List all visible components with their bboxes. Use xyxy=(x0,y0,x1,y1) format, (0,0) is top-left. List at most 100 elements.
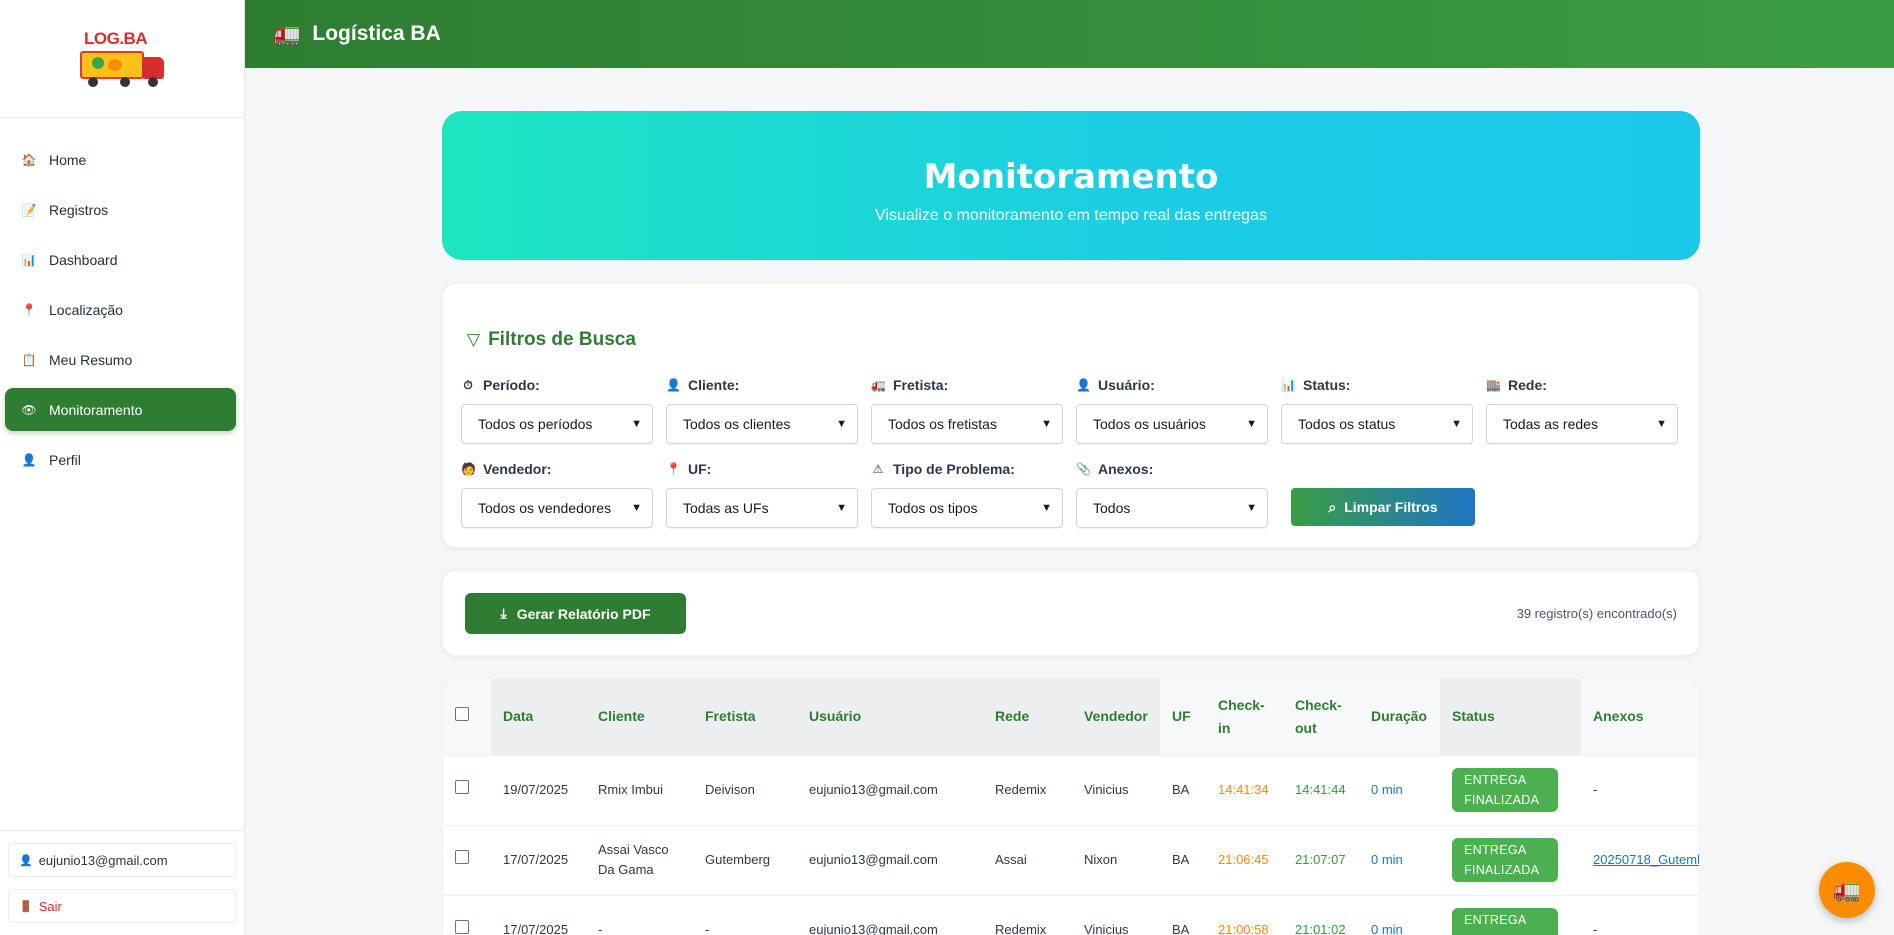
cell-duracao: 0 min xyxy=(1359,754,1440,825)
filter-uf: 📍 UF: Todas as UFs ▼ xyxy=(666,460,858,528)
record-count: 39 registro(s) encontrado(s) xyxy=(1516,606,1677,621)
filters-title-label: Filtros de Busca xyxy=(488,329,636,350)
cell-uf: BA xyxy=(1160,824,1206,895)
store-icon: 🏬 xyxy=(1486,378,1501,392)
select-value: Todos os fretistas xyxy=(888,416,997,432)
cell-cliente: Rmix Imbui xyxy=(586,754,693,825)
chevron-down-icon: ▼ xyxy=(1041,418,1052,430)
filter-rede: 🏬 Rede: Todas as redes ▼ xyxy=(1486,376,1678,444)
sidebar-item-monitoramento[interactable]: 👁 Monitoramento xyxy=(5,388,236,431)
col-usuario[interactable]: Usuário xyxy=(797,679,983,755)
table-row[interactable]: 19/07/2025 Rmix Imbui Deivison eujunio13… xyxy=(443,754,1699,825)
clear-filters-label: Limpar Filtros xyxy=(1344,499,1438,515)
chevron-down-icon: ▼ xyxy=(1246,502,1257,514)
fretista-select[interactable]: Todos os fretistas ▼ xyxy=(871,404,1063,444)
uf-select[interactable]: Todas as UFs ▼ xyxy=(666,488,858,528)
col-cliente[interactable]: Cliente xyxy=(586,679,693,755)
periodo-select[interactable]: Todos os períodos ▼ xyxy=(461,404,653,444)
user-email-box: 👤 eujunio13@gmail.com xyxy=(8,843,237,877)
filter-status: 📊 Status: Todos os status ▼ xyxy=(1281,376,1473,444)
cell-status: ENTREGA FINALIZADA xyxy=(1440,754,1581,825)
filter-label-text: Rede: xyxy=(1508,377,1547,393)
filter-label-text: Anexos: xyxy=(1098,461,1154,477)
cell-fretista: Deivison xyxy=(693,754,797,825)
cliente-select[interactable]: Todos os clientes ▼ xyxy=(666,404,858,444)
cell-checkout: 21:01:02 xyxy=(1283,894,1359,935)
brand-title: Logística BA xyxy=(312,22,441,45)
chevron-down-icon: ▼ xyxy=(631,502,642,514)
logo-truck-cab xyxy=(142,56,164,79)
col-checkin[interactable]: Check-in xyxy=(1206,679,1283,755)
select-value: Todos os vendedores xyxy=(478,500,612,516)
usuario-select[interactable]: Todos os usuários ▼ xyxy=(1076,404,1268,444)
cell-duracao: 0 min xyxy=(1359,824,1440,895)
row-checkbox[interactable] xyxy=(455,780,469,794)
sidebar-item-perfil[interactable]: 👤 Perfil xyxy=(5,438,236,481)
sidebar-item-dashboard[interactable]: 📊 Dashboard xyxy=(5,238,236,281)
cell-data: 17/07/2025 xyxy=(491,894,586,935)
chevron-down-icon: ▼ xyxy=(1451,418,1462,430)
logo-text: LOG.BA xyxy=(84,28,148,48)
generate-pdf-label: Gerar Relatório PDF xyxy=(516,605,651,622)
sidebar-item-localizacao[interactable]: 📍 Localização xyxy=(5,288,236,331)
user-icon: 👤 xyxy=(19,854,33,867)
floating-truck-button[interactable]: 🚛 xyxy=(1819,862,1875,918)
col-vendedor[interactable]: Vendedor xyxy=(1072,679,1160,755)
generate-pdf-button[interactable]: ⤓ Gerar Relatório PDF xyxy=(465,593,686,634)
filter-cliente: 👤 Cliente: Todos os clientes ▼ xyxy=(666,376,858,444)
select-all-checkbox[interactable] xyxy=(455,707,469,722)
cell-checkout: 21:07:07 xyxy=(1283,824,1359,895)
cell-cliente: - xyxy=(586,894,693,935)
filter-label-text: UF: xyxy=(688,461,712,477)
table-row[interactable]: 17/07/2025 Assai Vasco Da Gama Gutemberg… xyxy=(443,824,1699,895)
sidebar-item-meu-resumo[interactable]: 📋 Meu Resumo xyxy=(5,338,236,381)
sidebar-item-registros[interactable]: 📝 Registros xyxy=(5,188,236,231)
table-row[interactable]: 17/07/2025 - - eujunio13@gmail.com Redem… xyxy=(443,894,1699,935)
filter-label: 📍 UF: xyxy=(666,460,858,478)
cell-uf: BA xyxy=(1160,894,1206,935)
filter-label: 🏬 Rede: xyxy=(1486,376,1678,394)
row-checkbox[interactable] xyxy=(455,850,469,864)
col-rede[interactable]: Rede xyxy=(983,679,1072,755)
col-anexos[interactable]: Anexos xyxy=(1581,679,1699,755)
filter-tipo-problema: ⚠ Tipo de Problema: Todos os tipos ▼ xyxy=(871,460,1063,528)
cell-data: 19/07/2025 xyxy=(491,754,586,825)
chevron-down-icon: ▼ xyxy=(836,502,847,514)
filter-label: 👤 Cliente: xyxy=(666,376,858,394)
company-logo[interactable]: LOG.BA xyxy=(76,29,168,89)
status-badge: ENTREGA FINALIZADA xyxy=(1452,838,1558,882)
download-icon: ⤓ xyxy=(500,605,507,621)
rede-select[interactable]: Todas as redes ▼ xyxy=(1486,404,1678,444)
select-value: Todos os períodos xyxy=(478,416,593,432)
col-data[interactable]: Data xyxy=(491,679,586,755)
logo-wheel xyxy=(120,76,130,87)
cell-status: ENTREGA FINALIZADA xyxy=(1440,824,1581,895)
col-fretista[interactable]: Fretista xyxy=(693,679,797,755)
logout-button[interactable]: 🚪 Sair xyxy=(8,889,237,923)
sidebar-item-label: Meu Resumo xyxy=(49,351,133,368)
cell-usuario: eujunio13@gmail.com xyxy=(797,894,983,935)
filter-label: ⚠ Tipo de Problema: xyxy=(871,460,1063,478)
anexos-select[interactable]: Todos ▼ xyxy=(1076,488,1268,528)
sidebar-item-label: Dashboard xyxy=(49,251,118,268)
filter-label: 👤 Usuário: xyxy=(1076,376,1268,394)
col-duracao[interactable]: Duração xyxy=(1359,679,1440,755)
cell-anexos: - xyxy=(1581,894,1699,935)
status-select[interactable]: Todos os status ▼ xyxy=(1281,404,1473,444)
vendedor-select[interactable]: Todos os vendedores ▼ xyxy=(461,488,653,528)
cell-cliente: Assai Vasco Da Gama xyxy=(586,824,693,895)
cell-duracao: 0 min xyxy=(1359,894,1440,935)
sidebar-item-home[interactable]: 🏠 Home xyxy=(5,138,236,181)
col-status[interactable]: Status xyxy=(1440,679,1581,755)
col-uf[interactable]: UF xyxy=(1160,679,1206,755)
row-checkbox[interactable] xyxy=(455,920,469,935)
filter-icon: ▽ xyxy=(467,330,481,349)
tipo-problema-select[interactable]: Todos os tipos ▼ xyxy=(871,488,1063,528)
clear-filters-button[interactable]: ⌕ Limpar Filtros xyxy=(1291,488,1475,526)
sidebar-item-label: Perfil xyxy=(49,451,81,468)
cell-fretista: - xyxy=(693,894,797,935)
attachment-link[interactable]: 20250718_Gutemb xyxy=(1593,852,1699,867)
filter-label: 🧑 Vendedor: xyxy=(461,460,653,478)
salesperson-icon: 🧑 xyxy=(461,462,476,476)
col-checkout[interactable]: Check-out xyxy=(1283,679,1359,755)
